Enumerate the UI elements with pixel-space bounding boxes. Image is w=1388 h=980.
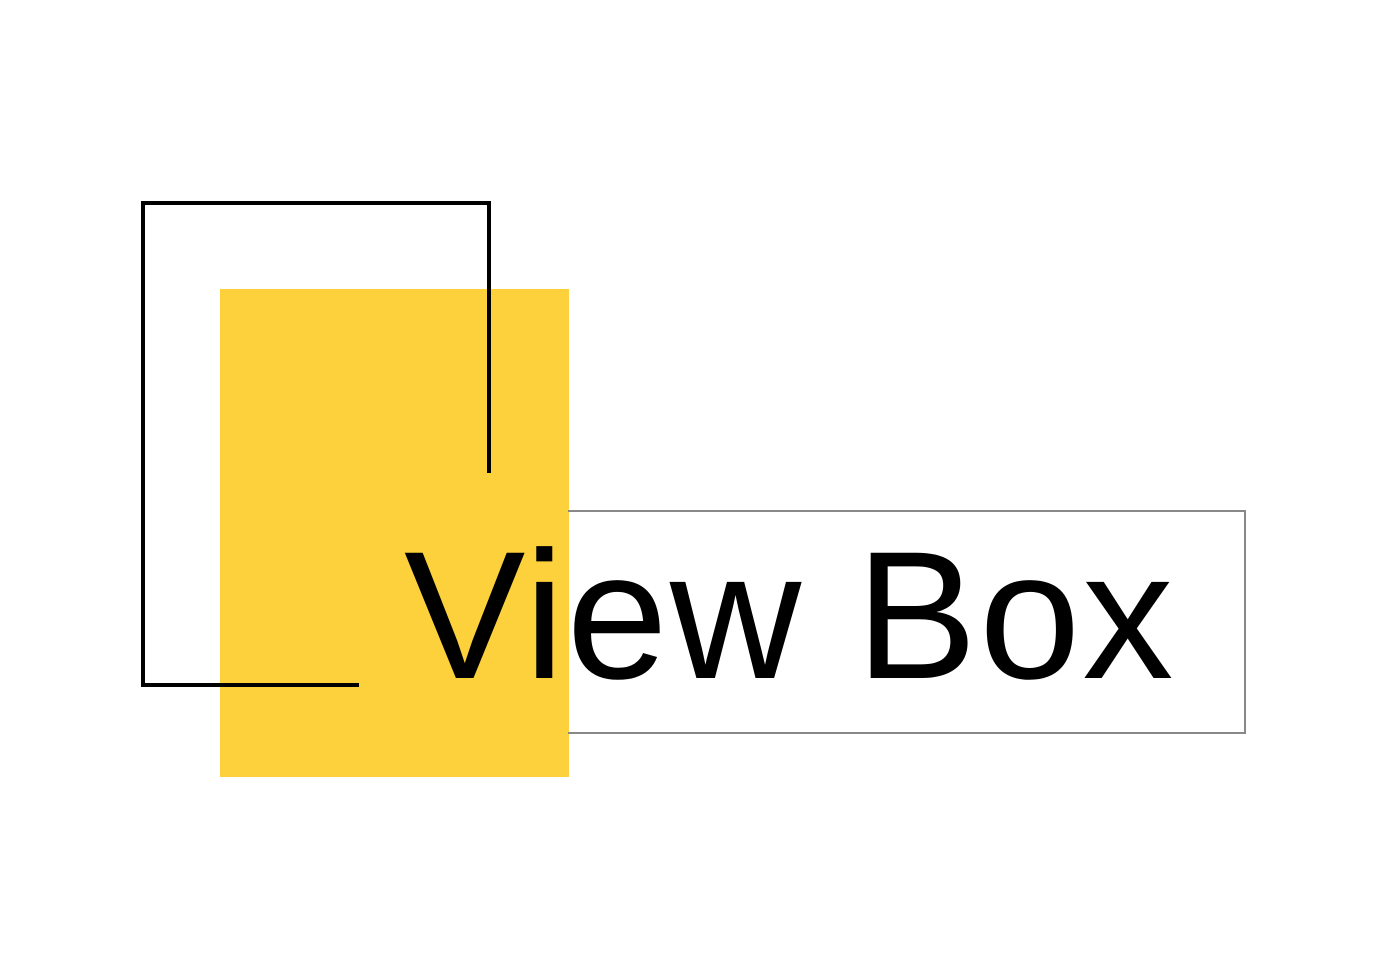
logo-wordmark: View Box (404, 513, 1176, 717)
black-outline-frame (141, 201, 491, 687)
view-box-logo: View Box (0, 0, 1388, 980)
